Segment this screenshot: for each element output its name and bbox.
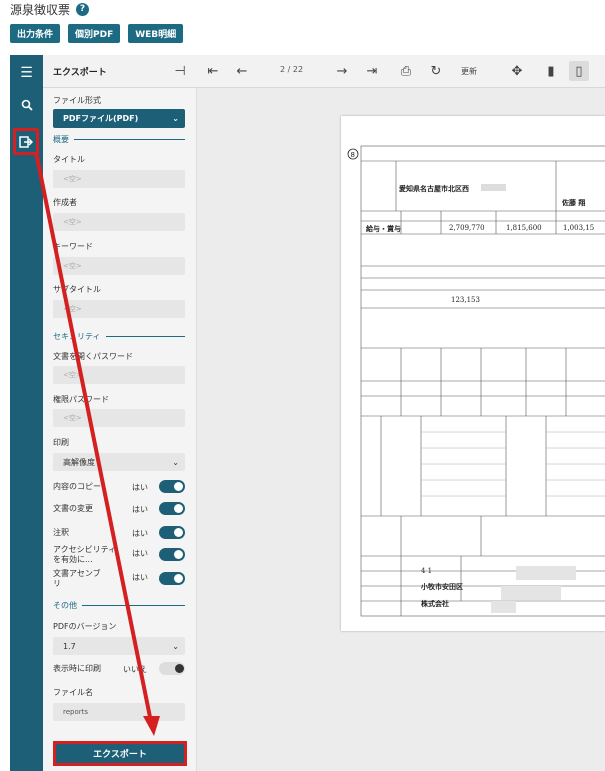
keyword-input[interactable]: <空> bbox=[53, 257, 185, 275]
export-icon[interactable] bbox=[13, 128, 39, 155]
svg-text:8: 8 bbox=[351, 151, 355, 159]
modify-document-toggle[interactable] bbox=[159, 502, 185, 515]
individual-pdf-button[interactable]: 個別PDF bbox=[68, 24, 121, 43]
refresh-label[interactable]: 更新 bbox=[461, 66, 477, 77]
open-password-input[interactable]: <空> bbox=[53, 366, 185, 384]
pdf-version-value: 1.7 bbox=[63, 641, 76, 651]
document-row-number: 4 1 bbox=[421, 567, 433, 575]
subtitle-input[interactable]: <空> bbox=[53, 300, 185, 318]
toggle-modify-document: 文書の変更 はい bbox=[53, 501, 185, 517]
pdf-version-label: PDFのバージョン bbox=[53, 622, 117, 631]
print-label: 印刷 bbox=[53, 438, 69, 447]
permission-password-label: 権限パスワード bbox=[53, 395, 109, 404]
document-name: 佐藤 翔 bbox=[562, 198, 586, 207]
author-label: 作成者 bbox=[53, 198, 77, 207]
toggle-value: はい bbox=[132, 483, 148, 492]
file-format-select[interactable]: PDFファイル(PDF) ⌄ bbox=[53, 109, 185, 128]
top-button-bar: 出力条件 個別PDF WEB明細 bbox=[10, 24, 184, 43]
next-page-icon[interactable]: → bbox=[332, 61, 352, 81]
output-conditions-button[interactable]: 出力条件 bbox=[10, 24, 61, 43]
title-input[interactable]: <空> bbox=[53, 170, 185, 188]
panel-title: エクスポート bbox=[53, 68, 107, 78]
first-page-icon[interactable]: ⇤ bbox=[203, 61, 223, 81]
search-icon[interactable] bbox=[10, 92, 43, 118]
file-format-value: PDFファイル(PDF) bbox=[63, 114, 139, 123]
toggle-label: 文書の変更 bbox=[53, 504, 93, 513]
book-view-icon[interactable]: ▯ bbox=[569, 61, 589, 81]
toggle-accessibility: アクセシビリティを有効に... はい bbox=[53, 545, 185, 567]
permission-password-input[interactable]: <空> bbox=[53, 409, 185, 427]
toggle-label: アクセシビリティを有効に... bbox=[53, 545, 117, 564]
document-assembly-toggle[interactable] bbox=[159, 572, 185, 585]
left-sidebar: ☰ bbox=[10, 55, 43, 771]
pdf-version-select[interactable]: 1.7 ⌄ bbox=[53, 637, 185, 655]
other-section: その他 bbox=[53, 600, 185, 611]
toggle-document-assembly: 文書アセンブリ はい bbox=[53, 569, 185, 591]
document-type: 給与・賞与 bbox=[366, 224, 401, 233]
accessibility-toggle[interactable] bbox=[159, 548, 185, 561]
open-password-label: 文書を開くパスワード bbox=[53, 352, 133, 361]
copy-content-toggle[interactable] bbox=[159, 480, 185, 493]
toggle-value: はい bbox=[132, 505, 148, 514]
toggle-value: いいえ bbox=[123, 665, 147, 674]
page-indicator[interactable]: 2 / 22 bbox=[280, 65, 303, 74]
filename-input[interactable]: reports bbox=[53, 703, 185, 721]
page-title: 源泉徴収票 ? bbox=[10, 1, 90, 17]
chevron-down-icon: ⌄ bbox=[172, 457, 179, 467]
toggle-value: はい bbox=[132, 549, 148, 558]
print-on-display-toggle[interactable] bbox=[159, 662, 185, 675]
document-payment: 2,709,770 bbox=[449, 224, 485, 232]
author-input[interactable]: <空> bbox=[53, 213, 185, 231]
toggle-value: はい bbox=[132, 529, 148, 538]
print-value: 高解像度 bbox=[63, 457, 95, 467]
document-form-grid: 8 bbox=[347, 145, 605, 617]
chevron-down-icon: ⌄ bbox=[172, 114, 179, 123]
export-button[interactable]: エクスポート bbox=[53, 741, 187, 766]
document-page: 8 愛知県名古屋市北区西 佐藤 翔 給与・賞与 2,709,770 1,815,… bbox=[341, 116, 605, 631]
document-address: 愛知県名古屋市北区西 bbox=[399, 184, 469, 193]
security-section: セキュリティ bbox=[53, 331, 185, 342]
annotations-toggle[interactable] bbox=[159, 526, 185, 539]
print-icon[interactable]: ⎙ bbox=[396, 61, 416, 81]
viewer-toolbar: エクスポート ⊣ ⇤ ← 2 / 22 → ⇥ ⎙ ↻ 更新 ✥ ▮ ▯ bbox=[10, 55, 605, 88]
page-title-text: 源泉徴収票 bbox=[10, 2, 71, 17]
toggle-copy-content: 内容のコピー はい bbox=[53, 479, 185, 495]
title-label: タイトル bbox=[53, 155, 85, 164]
refresh-icon[interactable]: ↻ bbox=[426, 61, 446, 81]
document-deduction-total: 1,003,15 bbox=[563, 224, 595, 232]
question-icon[interactable]: ? bbox=[76, 2, 90, 16]
overview-section: 概要 bbox=[53, 134, 185, 145]
toggle-annotations: 注釈 はい bbox=[53, 525, 185, 541]
toggle-print-on-display: 表示時に印刷 いいえ bbox=[53, 661, 185, 677]
menu-icon[interactable]: ☰ bbox=[10, 60, 43, 86]
chevron-down-icon: ⌄ bbox=[172, 641, 179, 651]
toggle-label: 内容のコピー bbox=[53, 482, 101, 491]
security-section-title: セキュリティ bbox=[53, 332, 101, 341]
toggle-label: 注釈 bbox=[53, 528, 69, 537]
print-select[interactable]: 高解像度 ⌄ bbox=[53, 453, 185, 471]
file-format-label: ファイル形式 bbox=[53, 96, 101, 105]
pin-icon[interactable]: ⊣ bbox=[170, 61, 190, 81]
previous-page-icon[interactable]: ← bbox=[232, 61, 252, 81]
last-page-icon[interactable]: ⇥ bbox=[362, 61, 382, 81]
toggle-value: はい bbox=[132, 573, 148, 582]
other-section-title: その他 bbox=[53, 601, 77, 610]
document-after-deduction: 1,815,600 bbox=[506, 224, 542, 232]
subtitle-label: サブタイトル bbox=[53, 285, 101, 294]
single-page-icon[interactable]: ▮ bbox=[541, 61, 561, 81]
document-address-2: 小牧市安田区 bbox=[421, 582, 463, 591]
document-tax: 123,153 bbox=[451, 296, 480, 304]
document-company: 株式会社 bbox=[421, 599, 449, 608]
filename-label: ファイル名 bbox=[53, 688, 93, 697]
pan-icon[interactable]: ✥ bbox=[507, 61, 527, 81]
keyword-label: キーワード bbox=[53, 242, 93, 251]
web-statement-button[interactable]: WEB明細 bbox=[128, 24, 184, 43]
overview-section-title: 概要 bbox=[53, 135, 69, 144]
toggle-label: 表示時に印刷 bbox=[53, 664, 101, 673]
toggle-label: 文書アセンブリ bbox=[53, 569, 101, 588]
